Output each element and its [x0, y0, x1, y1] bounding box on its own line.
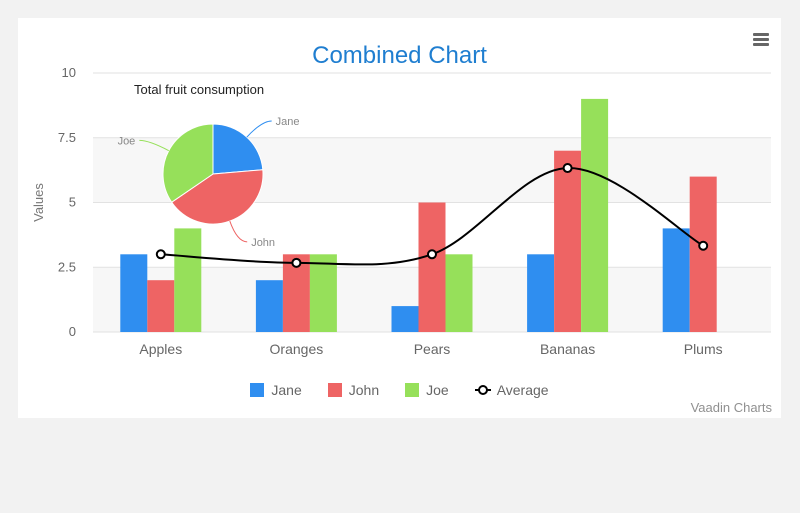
legend-item-average[interactable]: Average — [474, 382, 549, 398]
bar-joe-bananas — [581, 98, 609, 333]
x-tick-label: Oranges — [270, 341, 324, 357]
bar-jane-apples — [120, 254, 148, 332]
chart-plot: 02.557.510ValuesApples Oranges Pears Banana… — [31, 65, 771, 357]
bar-joe-oranges — [309, 254, 337, 332]
x-tick-label: Bananas — [540, 341, 595, 357]
bar-john-pears — [418, 202, 446, 332]
legend-swatch-john — [327, 383, 342, 397]
y-tick-label: 7.5 — [58, 130, 76, 145]
pie-connector-jane — [246, 120, 272, 138]
pie-label-jane: Jane — [276, 116, 300, 128]
point-average-apples — [155, 249, 166, 260]
point-average-bananas — [562, 163, 573, 174]
hamburger-menu-icon[interactable] — [750, 30, 772, 50]
y-axis-title: Values — [31, 183, 46, 222]
chart-container: 0 2.5 5 7.5 10 Values Apples Oranges Pears Banana… — [18, 18, 781, 418]
legend-swatch-jane — [250, 383, 265, 397]
chart-title: Combined Chart — [312, 42, 487, 69]
y-tick-label: 2.5 — [58, 259, 76, 274]
pie-connector-john — [229, 220, 248, 243]
chart-legend: Jane John Joe Average — [18, 382, 781, 398]
point-average-pears — [427, 249, 437, 260]
pie-title: Total fruit consumption — [134, 82, 264, 97]
legend-swatch-average — [474, 385, 491, 395]
point-average-oranges — [291, 257, 302, 268]
y-tick-label: 5 — [69, 195, 76, 210]
bar-john-bananas — [554, 150, 582, 332]
bar-jane-oranges — [255, 280, 283, 332]
bar-john-apples — [147, 280, 175, 332]
pie-label-john: John — [251, 237, 275, 249]
legend-label: Jane — [271, 382, 302, 398]
bar-john-plums — [689, 176, 717, 332]
bar-jane-plums — [662, 228, 690, 332]
bar-jane-bananas — [527, 254, 555, 332]
legend-label: Average — [496, 382, 549, 398]
x-tick-label: Apples — [139, 341, 182, 357]
bar-joe-apples — [174, 228, 202, 332]
bar-joe-pears — [445, 254, 473, 332]
x-tick-label: Plums — [684, 341, 723, 357]
pie-slice-jane — [212, 123, 264, 175]
point-average-plums — [698, 240, 709, 251]
y-tick-label: 0 — [69, 324, 76, 339]
credits-link[interactable]: Vaadin Charts — [691, 400, 772, 415]
pie-label-joe: Joe — [118, 135, 136, 147]
legend-label: Joe — [426, 382, 449, 398]
bar-jane-pears — [391, 306, 419, 332]
legend-item-joe[interactable]: Joe — [405, 382, 449, 398]
legend-item-jane[interactable]: Jane — [250, 382, 302, 398]
x-tick-label: Pears — [414, 341, 451, 357]
legend-label: John — [348, 382, 380, 398]
legend-swatch-joe — [405, 383, 420, 397]
legend-item-john[interactable]: John — [327, 382, 380, 398]
